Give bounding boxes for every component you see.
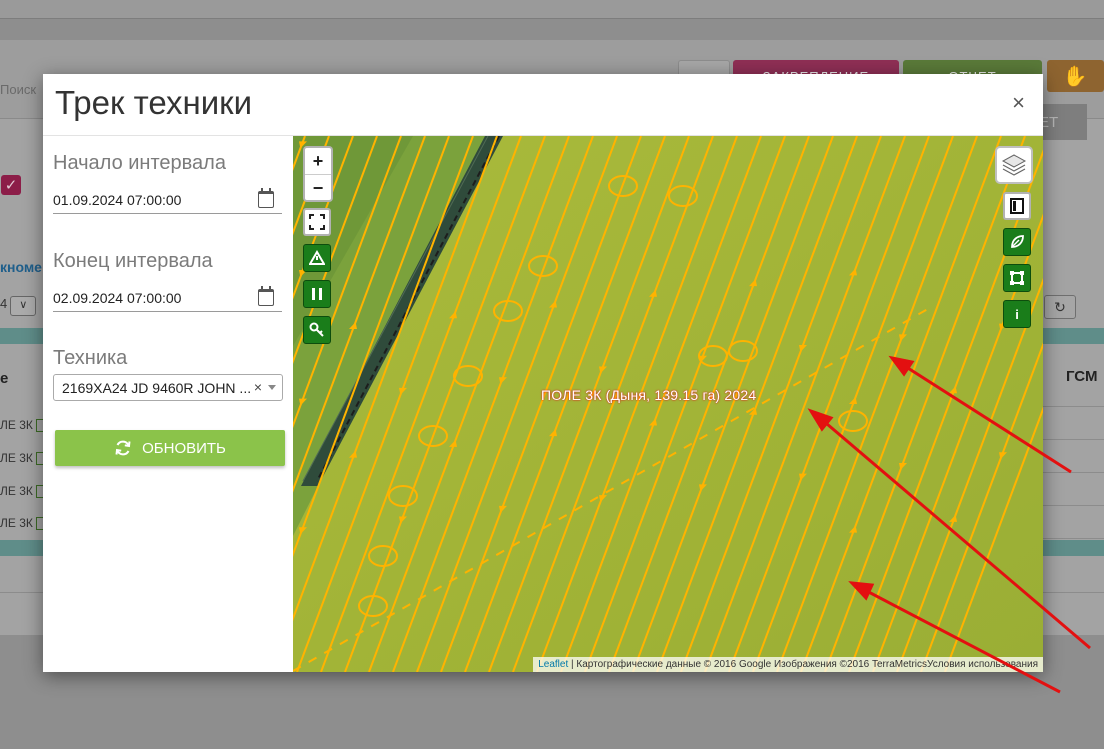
calendar-icon[interactable] xyxy=(258,286,274,306)
vehicle-label: Техника xyxy=(53,347,128,369)
map-imagery xyxy=(293,136,1043,672)
zoom-control: + − xyxy=(303,146,333,202)
key-icon xyxy=(309,322,324,337)
background-row-label: ЛЕ 3К xyxy=(0,516,33,530)
background-table-row: ЛЕ 3К xyxy=(0,516,48,531)
background-topbar xyxy=(0,0,1104,19)
bookmark-button[interactable] xyxy=(1003,192,1031,220)
layers-icon xyxy=(1001,154,1027,176)
track-modal: Трек техники × Начало интервала 01.09.20… xyxy=(43,74,1043,672)
zoom-in-button[interactable]: + xyxy=(305,148,331,175)
vehicle-select-value: 2169ХА24 JD 9460R JOHN ... xyxy=(62,379,252,396)
warning-button[interactable] xyxy=(303,244,331,272)
leaf-button[interactable] xyxy=(1003,228,1031,256)
modal-title: Трек техники xyxy=(55,84,253,121)
refresh-icon xyxy=(115,440,131,456)
info-icon: i xyxy=(1015,306,1019,322)
pause-icon xyxy=(312,288,322,300)
warning-icon xyxy=(309,250,325,265)
background-link: кноме xyxy=(0,259,42,275)
hand-icon: ✋ xyxy=(1047,60,1104,92)
modal-header: Трек техники × xyxy=(43,74,1043,136)
chevron-down-icon: ∨ xyxy=(10,296,37,316)
background-table-row: ЛЕ 3К xyxy=(0,484,48,499)
end-interval-field[interactable]: 02.09.2024 07:00:00 xyxy=(53,284,282,312)
clear-icon[interactable]: × xyxy=(254,379,262,395)
background-checkbox: ✓ xyxy=(1,175,21,195)
polygon-icon xyxy=(1010,271,1024,285)
background-row-label: ЛЕ 3К xyxy=(0,451,33,465)
field-label: ПОЛЕ 3К (Дыня, 139.15 га) 2024 xyxy=(541,387,757,403)
background-row-label: ЛЕ 3К xyxy=(0,418,33,432)
background-column-gsm: ГСМ xyxy=(1066,368,1098,385)
vehicle-select[interactable]: 2169ХА24 JD 9460R JOHN ... × xyxy=(53,374,283,401)
leaf-icon xyxy=(1011,235,1024,248)
background-select: 4 ∨ xyxy=(0,296,37,316)
background-select-value: 4 xyxy=(0,296,8,311)
background-column-header: е xyxy=(0,370,9,387)
attribution-text: | Картографические данные © 2016 Google … xyxy=(568,659,1038,670)
start-interval-field[interactable]: 01.09.2024 07:00:00 xyxy=(53,186,282,214)
refresh-icon: ↻ xyxy=(1044,295,1076,319)
chevron-down-icon[interactable] xyxy=(268,385,276,390)
background-table-grid xyxy=(1043,406,1104,539)
fullscreen-button[interactable] xyxy=(303,208,331,236)
start-interval-value: 01.09.2024 07:00:00 xyxy=(53,191,182,208)
end-interval-label: Конец интервала xyxy=(53,250,213,272)
background-table-row: ЛЕ 3К xyxy=(0,451,48,466)
zoom-out-button[interactable]: − xyxy=(305,175,331,201)
info-button[interactable]: i xyxy=(1003,300,1031,328)
fullscreen-icon xyxy=(309,214,325,230)
update-button-label: ОБНОВИТЬ xyxy=(142,439,226,457)
end-interval-value: 02.09.2024 07:00:00 xyxy=(53,289,182,306)
filter-sidebar: Начало интервала 01.09.2024 07:00:00 Кон… xyxy=(43,136,293,672)
map-attribution: Leaflet | Картографические данные © 2016… xyxy=(533,657,1043,672)
key-button[interactable] xyxy=(303,316,331,344)
background-search-input: Поиск xyxy=(0,82,37,97)
start-interval-label: Начало интервала xyxy=(53,152,226,174)
polygon-button[interactable] xyxy=(1003,264,1031,292)
pause-button[interactable] xyxy=(303,280,331,308)
background-table-row: ЛЕ 3К xyxy=(0,418,48,433)
background-row-label: ЛЕ 3К xyxy=(0,484,33,498)
update-button[interactable]: ОБНОВИТЬ xyxy=(55,430,285,466)
close-icon[interactable]: × xyxy=(1012,90,1025,116)
book-icon xyxy=(1010,198,1024,214)
layers-button[interactable] xyxy=(995,146,1033,184)
track-map[interactable]: + − i ПОЛЕ 3К (Дыня, 139.15 га) 2024 Lea… xyxy=(293,136,1043,672)
calendar-icon[interactable] xyxy=(258,188,274,208)
leaflet-link[interactable]: Leaflet xyxy=(538,659,568,670)
